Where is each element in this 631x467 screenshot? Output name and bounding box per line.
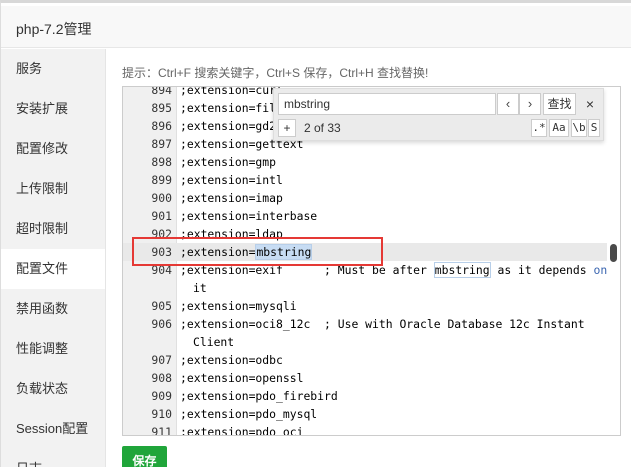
line-number: 894 (151, 86, 172, 97)
code-line-active[interactable]: 903 ;extension=mbstring (123, 243, 607, 261)
line-number: 896 (151, 119, 172, 133)
chevron-right-icon[interactable]: › (519, 93, 541, 115)
find-button[interactable]: 查找 (543, 93, 576, 115)
code-text: ;extension=intl (180, 173, 283, 187)
match-counter: 2 of 33 (304, 121, 341, 135)
code-line[interactable]: 905 ;extension=mysqli (123, 297, 607, 315)
line-number: 905 (151, 299, 172, 313)
sidebar-item-session-config[interactable]: Session配置 (1, 409, 105, 449)
save-button[interactable]: 保存 (122, 446, 167, 467)
code-line-wrap: Client (123, 333, 607, 351)
line-number: 909 (151, 389, 172, 403)
code-line[interactable]: 901 ;extension=interbase (123, 207, 607, 225)
code-line[interactable]: 904 ;extension=exif ; Must be after mbstr… (123, 261, 607, 279)
code-text: ;extension=pdo_mysql (180, 407, 318, 421)
code-line[interactable]: 902 ;extension=ldap (123, 225, 607, 243)
sidebar-item-service[interactable]: 服务 (1, 49, 105, 89)
php-manager-dialog: php-7.2管理 服务 安装扩展 配置修改 上传限制 超时限制 配置文件 禁用… (0, 0, 631, 467)
line-number: 911 (151, 425, 172, 436)
line-number: 897 (151, 137, 172, 151)
case-sensitive-toggle[interactable]: Aa (549, 119, 569, 137)
line-number: 898 (151, 155, 172, 169)
line-number: 899 (151, 173, 172, 187)
sidebar-item-config-file[interactable]: 配置文件 (1, 249, 105, 289)
code-text: ;extension=pdo_firebird (180, 389, 338, 403)
selected-match: mbstring (255, 244, 313, 260)
code-text: ;extension=odbc (180, 353, 283, 367)
line-number: 904 (151, 263, 172, 277)
code-suffix: as it depends (490, 263, 594, 277)
code-line[interactable]: 907 ;extension=odbc (123, 351, 607, 369)
code-prefix: ;extension=exif ; Must be after (180, 263, 434, 277)
line-number: 907 (151, 353, 172, 367)
scrollbar-thumb[interactable] (610, 244, 617, 262)
sidebar: 服务 安装扩展 配置修改 上传限制 超时限制 配置文件 禁用函数 性能调整 负载… (1, 49, 106, 467)
code-line[interactable]: 906 ;extension=oci8_12c ; Use with Oracle… (123, 315, 607, 333)
search-in-selection-toggle[interactable]: S (588, 119, 600, 137)
code-text: ;extension=imap (180, 191, 283, 205)
code-line-wrap: it (123, 279, 607, 297)
line-number: 902 (151, 227, 172, 241)
code-text: it (193, 281, 207, 295)
code-prefix: ;extension= (180, 245, 256, 259)
search-input[interactable] (278, 93, 496, 115)
code-line[interactable]: 900 ;extension=imap (123, 189, 607, 207)
line-number: 900 (151, 191, 172, 205)
code-text: Client (193, 335, 235, 349)
code-text: ;extension=exif ; Must be after mbstring… (180, 261, 607, 279)
code-line[interactable]: 911 ;extension=pdo_oci (123, 423, 607, 436)
code-line[interactable]: 908 ;extension=openssl (123, 369, 607, 387)
line-number: 908 (151, 371, 172, 385)
code-text: ;extension=ldap (180, 227, 283, 241)
code-text: ;extension=curl (180, 86, 283, 97)
line-number: 895 (151, 101, 172, 115)
sidebar-item-timeout-limit[interactable]: 超时限制 (1, 209, 105, 249)
code-text: ;extension=mysqli (180, 299, 297, 313)
code-line[interactable]: 898 ;extension=gmp (123, 153, 607, 171)
code-text: ;extension=gmp (180, 155, 277, 169)
line-number: 903 (151, 245, 172, 259)
sidebar-item-load-status[interactable]: 负载状态 (1, 369, 105, 409)
whole-word-toggle[interactable]: \b (571, 119, 587, 137)
sidebar-item-install-extension[interactable]: 安装扩展 (1, 89, 105, 129)
code-text: ;extension=openssl (180, 371, 304, 385)
chevron-left-icon[interactable]: ‹ (497, 93, 519, 115)
editor-scrollbar[interactable] (606, 87, 620, 435)
code-line[interactable]: 910 ;extension=pdo_mysql (123, 405, 607, 423)
title-bar: php-7.2管理 (1, 6, 631, 48)
toggle-replace-button[interactable]: + (278, 119, 296, 137)
shortcut-hint: 提示：Ctrl+F 搜索关键字，Ctrl+S 保存，Ctrl+H 查找替换! (122, 66, 429, 80)
dialog-title: php-7.2管理 (16, 21, 92, 37)
sidebar-item-performance[interactable]: 性能调整 (1, 329, 105, 369)
code-text: ;extension=mbstring (180, 243, 313, 261)
line-number: 906 (151, 317, 172, 331)
code-line[interactable]: 909 ;extension=pdo_firebird (123, 387, 607, 405)
sidebar-item-disabled-functions[interactable]: 禁用函数 (1, 289, 105, 329)
close-icon[interactable]: × (581, 94, 599, 114)
code-text: ;extension=gd2 (180, 119, 277, 133)
regex-toggle[interactable]: .* (531, 119, 547, 137)
search-match: mbstring (433, 262, 491, 278)
sidebar-item-config-edit[interactable]: 配置修改 (1, 129, 105, 169)
code-text: ;extension=pdo_oci (180, 425, 304, 436)
code-text: ;extension=oci8_12c ; Use with Oracle Da… (180, 317, 585, 331)
sidebar-item-upload-limit[interactable]: 上传限制 (1, 169, 105, 209)
line-number: 901 (151, 209, 172, 223)
line-number: 910 (151, 407, 172, 421)
search-panel: ‹ › 查找 × + 2 of 33 .* Aa \b S (273, 88, 604, 141)
code-text: ;extension=interbase (180, 209, 318, 223)
sidebar-item-log[interactable]: 日志 (1, 449, 105, 467)
code-line[interactable]: 899 ;extension=intl (123, 171, 607, 189)
